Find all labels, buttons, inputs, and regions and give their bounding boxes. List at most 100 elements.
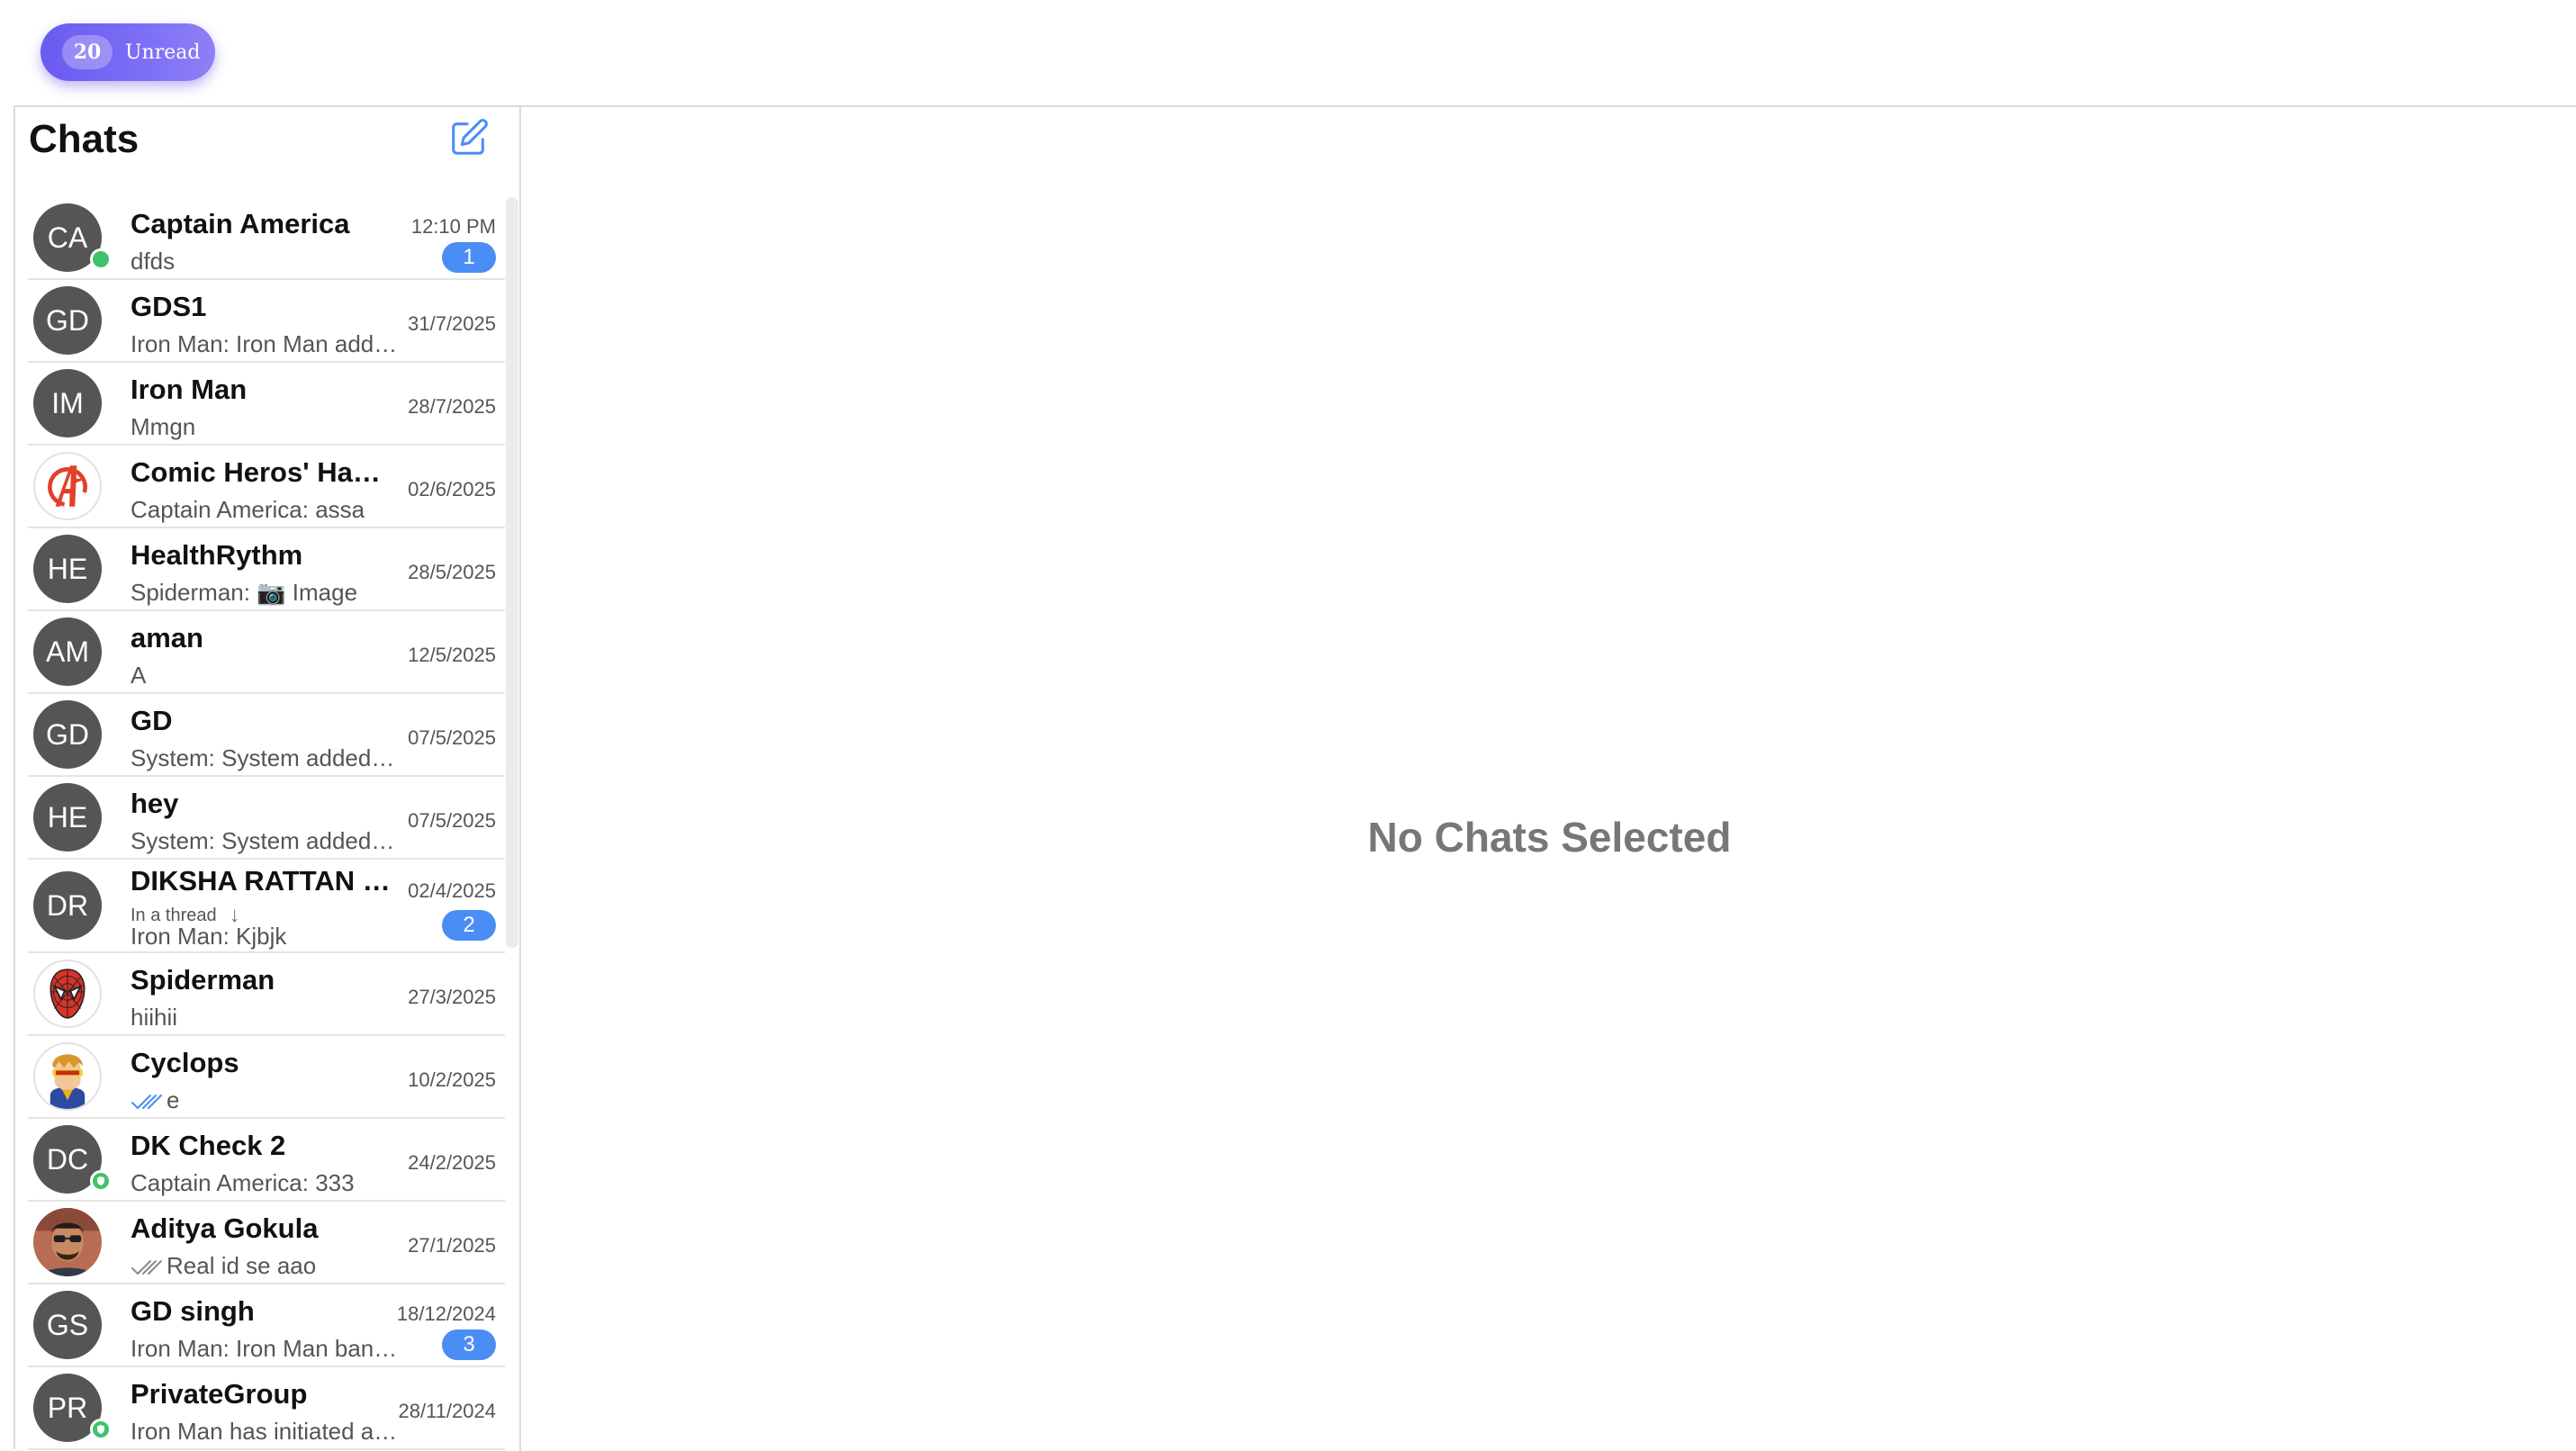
chat-item-aditya-gokula[interactable]: Aditya Gokula Real id se aao 27/1/2025 [28,1202,505,1284]
avatar [33,452,102,520]
spiderman-mask-icon [50,969,86,1019]
avatar [33,960,102,1028]
chat-preview: Iron Man: Iron Man banned Spiderman [131,1335,401,1362]
shield-icon [90,1419,112,1440]
chat-preview: Captain America: 333 [131,1169,355,1196]
chat-item-iron-man[interactable]: IM Iron Man Mmgn 28/7/2025 [28,363,505,446]
chat-time: 02/6/2025 [408,478,496,500]
chat-preview: dfds [131,248,176,275]
avatar: GS [33,1291,102,1359]
chat-preview: A [131,662,147,689]
chat-time: 12/5/2025 [408,644,496,666]
chat-preview: System: System added Iron Man [131,744,401,771]
chat-preview: e [131,1086,401,1114]
chat-time: 02/4/2025 [408,879,496,902]
compose-edit-icon [452,119,488,155]
chat-list-scrollbar[interactable] [506,197,518,948]
chat-item-spiderman[interactable]: Spiderman hiihii 27/3/2025 [28,953,505,1036]
avatar: DR [33,871,102,940]
online-status-icon [90,248,112,270]
chat-time: 28/7/2025 [408,395,496,418]
cyclops-avatar-icon [50,1054,86,1109]
chat-name: GD singh [131,1295,255,1327]
chat-name: Captain America [131,208,350,239]
avatar: IM [33,369,102,437]
unread-badge: 2 [442,910,496,941]
unread-badge: 1 [442,242,496,273]
app-frame: Chats CA Captain America dfds 12:10 PM 1 [14,105,2576,1451]
avatar: GD [33,700,102,769]
chat-time: 12:10 PM [410,215,496,238]
double-check-icon [131,1260,162,1275]
chat-time: 07/5/2025 [408,726,496,749]
shield-icon [90,1170,112,1192]
chat-preview: System: System added Iron Man [131,827,401,854]
chat-preview: Real id se aao [131,1252,401,1280]
chat-name: Comic Heros' Hangout [131,456,392,488]
chat-name: GDS1 [131,291,207,322]
chat-preview-text: e [167,1086,180,1113]
chat-item-gd-singh[interactable]: GS GD singh Iron Man: Iron Man banned Sp… [28,1284,505,1367]
compose-button[interactable] [446,114,492,161]
avatar: GD [33,286,102,355]
top-bar: 20 Unread [0,0,2576,105]
unread-count: 20 [62,35,113,69]
chat-name: Aditya Gokula [131,1212,319,1244]
chat-time: 28/11/2024 [398,1400,496,1422]
chat-name: DIKSHA RATTAN - 3 [131,865,392,897]
chat-name: Iron Man [131,374,248,405]
chat-list: CA Captain America dfds 12:10 PM 1 GD GD… [28,197,505,1451]
user-photo-icon [33,1208,102,1276]
chat-name: PrivateGroup [131,1378,308,1410]
chat-name: Spiderman [131,964,275,996]
page-title: Chats [29,117,140,161]
unread-badge: 3 [442,1329,496,1360]
chat-time: 24/2/2025 [408,1151,496,1174]
chat-time: 18/12/2024 [396,1302,496,1325]
chat-name: DK Check 2 [131,1130,286,1161]
chat-item-privategroup[interactable]: PR PrivateGroup Iron Man has initiated a… [28,1367,505,1450]
chat-item-cyclops[interactable]: Cyclops e 10/2/2025 [28,1036,505,1119]
chat-name: Cyclops [131,1047,239,1078]
chat-preview: Iron Man: Iron Man added Spiderman [131,330,401,357]
chat-item-comic-heros-hangout[interactable]: Comic Heros' Hangout Captain America: as… [28,446,505,528]
avatar [33,1042,102,1111]
double-check-icon [131,1095,162,1110]
chat-time: 27/1/2025 [408,1234,496,1257]
avatar [33,1208,102,1276]
chat-preview: Captain America: assa [131,496,365,523]
avatar: HE [33,535,102,603]
chat-item-healthrythm[interactable]: HE HealthRythm Spiderman: 📷 Image 28/5/2… [28,528,505,611]
chat-name: GD [131,705,173,736]
chat-item-gds1[interactable]: GD GDS1 Iron Man: Iron Man added Spiderm… [28,280,505,363]
chat-item-aman[interactable]: AM aman A 12/5/2025 [28,611,505,694]
chat-preview-text: Real id se aao [167,1252,317,1279]
chat-name: aman [131,622,203,653]
avatar: HE [33,783,102,852]
conversation-pane: No Chats Selected [521,107,2576,1451]
scrollbar-thumb[interactable] [506,197,518,948]
avengers-logo-icon [48,465,87,507]
chat-name: HealthRythm [131,539,303,571]
empty-state-message: No Chats Selected [1367,814,1732,861]
chat-time: 27/3/2025 [408,986,496,1008]
chat-preview: Spiderman: 📷 Image [131,579,358,606]
chat-time: 07/5/2025 [408,809,496,832]
chat-name: hey [131,788,179,819]
sidebar-header: Chats [15,107,519,197]
chat-preview: Iron Man: Kjbjk [131,923,287,950]
chat-preview: hiihii [131,1004,178,1031]
unread-filter-button[interactable]: 20 Unread [41,23,215,81]
chat-item-dk-check-2[interactable]: DC DK Check 2 Captain America: 333 24/2/… [28,1119,505,1202]
chat-preview: Iron Man has initiated a call [131,1418,401,1445]
unread-label: Unread [125,41,201,64]
chat-item-diksha-rattan-3[interactable]: DR DIKSHA RATTAN - 3 In a thread ↓ Iron … [28,860,505,953]
chat-preview: Mmgn [131,413,196,440]
chat-sidebar: Chats CA Captain America dfds 12:10 PM 1 [15,107,521,1451]
chat-time: 28/5/2025 [408,561,496,583]
chat-item-gd[interactable]: GD GD System: System added Iron Man 07/5… [28,694,505,777]
chat-time: 10/2/2025 [408,1068,496,1091]
avatar: AM [33,617,102,686]
chat-item-hey[interactable]: HE hey System: System added Iron Man 07/… [28,777,505,860]
chat-item-captain-america[interactable]: CA Captain America dfds 12:10 PM 1 [28,197,505,280]
